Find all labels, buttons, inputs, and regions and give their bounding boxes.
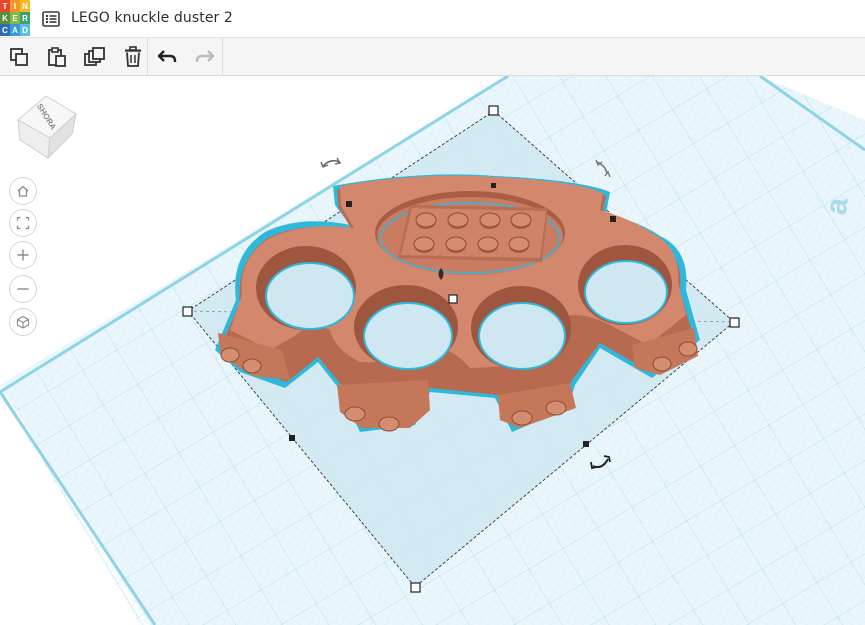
zoom-out-button[interactable] (9, 275, 37, 303)
logo-letter: K (0, 12, 10, 24)
design-list-button[interactable] (40, 8, 62, 30)
redo-icon (195, 50, 215, 62)
copy-button[interactable] (0, 38, 38, 76)
redo-button[interactable] (186, 38, 224, 76)
corner-handle (729, 317, 740, 328)
logo-letter: T (0, 0, 10, 12)
design-title[interactable]: LEGO knuckle duster 2 (71, 10, 233, 26)
logo-letter: C (0, 24, 10, 36)
fit-view-icon (16, 216, 30, 230)
edge-handle (491, 183, 496, 188)
zoom-in-icon (17, 249, 29, 261)
top-bar: TINKERCAD LEGO knuckle duster 2 (0, 0, 865, 38)
height-handle (448, 294, 458, 304)
trash-icon (125, 46, 141, 67)
toolbar-divider (222, 38, 223, 76)
workplane-viewport[interactable]: a SHORA (0, 76, 865, 625)
zoom-out-icon (17, 288, 29, 290)
logo-letter: D (20, 24, 30, 36)
undo-button[interactable] (148, 38, 186, 76)
corner-handle (182, 306, 193, 317)
duplicate-button[interactable] (76, 38, 114, 76)
edit-toolbar (0, 38, 865, 76)
list-icon (42, 11, 60, 27)
perspective-cube-icon (16, 315, 30, 329)
logo-letter: E (10, 12, 20, 24)
copy-icon (10, 48, 28, 66)
view-cube[interactable]: SHORA (10, 92, 82, 164)
paste-icon (48, 47, 66, 67)
paste-button[interactable] (38, 38, 76, 76)
edge-handle (289, 435, 295, 441)
edge-handle (610, 216, 616, 222)
logo-letter: N (20, 0, 30, 12)
duplicate-icon (84, 47, 105, 66)
edge-handle (346, 201, 352, 207)
logo-letter: A (10, 24, 20, 36)
fit-view-button[interactable] (9, 209, 37, 237)
logo-letter: I (10, 0, 20, 12)
home-icon (17, 185, 29, 197)
perspective-toggle-button[interactable] (9, 308, 37, 336)
edge-handle (583, 441, 589, 447)
corner-handle (410, 582, 421, 593)
logo-letter: R (20, 12, 30, 24)
undo-icon (157, 50, 177, 62)
scene: a (0, 76, 865, 625)
zoom-in-button[interactable] (9, 241, 37, 269)
home-view-button[interactable] (9, 177, 37, 205)
corner-handle (488, 105, 499, 116)
tinkercad-logo[interactable]: TINKERCAD (0, 0, 30, 36)
tinkercad-editor: TINKERCAD LEGO knuckle duster 2 a SHORA (0, 0, 865, 625)
